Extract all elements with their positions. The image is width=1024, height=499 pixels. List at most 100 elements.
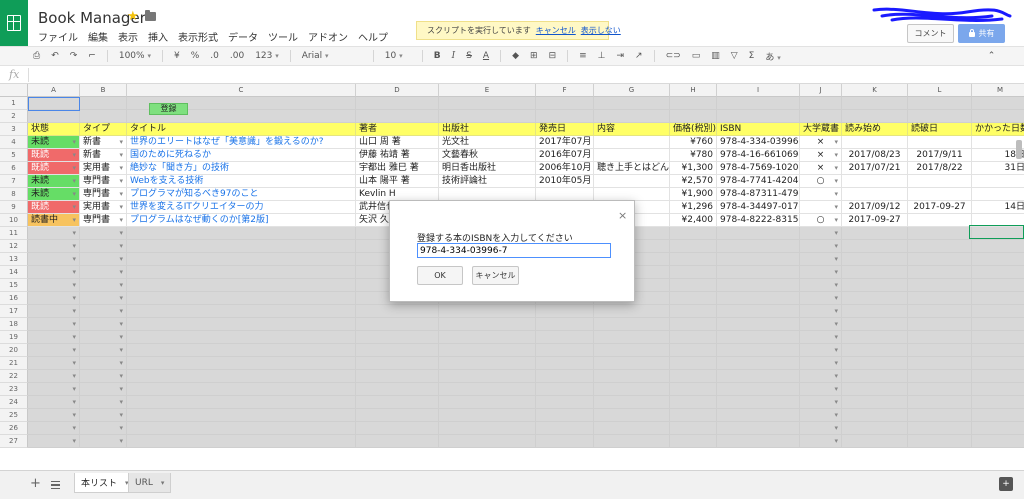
- table-cell[interactable]: 978-4-16-661069-3: [717, 149, 800, 162]
- empty-cell[interactable]: [842, 292, 908, 305]
- paint-format-icon[interactable]: ⌐: [88, 51, 96, 61]
- empty-cell[interactable]: [536, 344, 594, 357]
- empty-cell[interactable]: [717, 409, 800, 422]
- empty-cell[interactable]: [80, 279, 127, 292]
- empty-cell[interactable]: [127, 370, 356, 383]
- print-icon[interactable]: ⎙: [33, 51, 40, 61]
- menu-file[interactable]: ファイル: [38, 29, 78, 44]
- row-header[interactable]: 15: [0, 279, 28, 292]
- empty-cell[interactable]: [536, 409, 594, 422]
- table-cell[interactable]: 明日香出版社: [439, 162, 536, 175]
- empty-cell[interactable]: [670, 331, 717, 344]
- empty-cell[interactable]: [717, 383, 800, 396]
- decimal-increase-button[interactable]: .00: [230, 51, 244, 61]
- table-cell[interactable]: 読書中: [28, 214, 80, 227]
- table-cell[interactable]: 既読: [28, 201, 80, 214]
- table-cell[interactable]: [594, 175, 670, 188]
- empty-cell[interactable]: [80, 370, 127, 383]
- empty-cell[interactable]: [127, 292, 356, 305]
- menu-edit[interactable]: 編集: [88, 29, 108, 44]
- empty-cell[interactable]: [972, 357, 1024, 370]
- empty-cell[interactable]: [356, 357, 439, 370]
- empty-cell[interactable]: [670, 370, 717, 383]
- empty-cell[interactable]: [972, 383, 1024, 396]
- empty-cell[interactable]: [717, 331, 800, 344]
- bold-button[interactable]: B: [434, 51, 441, 61]
- empty-cell[interactable]: [80, 240, 127, 253]
- empty-cell[interactable]: [356, 344, 439, 357]
- column-header-i[interactable]: I: [717, 84, 800, 97]
- empty-cell[interactable]: [800, 331, 842, 344]
- row-header[interactable]: 4: [0, 136, 28, 149]
- column-title-cell[interactable]: かかった日数: [972, 123, 1024, 136]
- undo-icon[interactable]: ↶: [51, 51, 59, 61]
- empty-cell[interactable]: [972, 409, 1024, 422]
- empty-cell[interactable]: [127, 396, 356, 409]
- table-cell[interactable]: 2017年07月: [536, 136, 594, 149]
- insert-link-icon[interactable]: ⊂⊃: [666, 51, 681, 61]
- empty-cell[interactable]: [972, 396, 1024, 409]
- table-cell[interactable]: ¥780: [670, 149, 717, 162]
- empty-cell[interactable]: [908, 357, 972, 370]
- table-cell[interactable]: 31日: [972, 162, 1024, 175]
- table-cell[interactable]: 光文社: [439, 136, 536, 149]
- banner-cell[interactable]: [536, 110, 594, 123]
- empty-cell[interactable]: [28, 396, 80, 409]
- row-header[interactable]: 24: [0, 396, 28, 409]
- empty-cell[interactable]: [717, 318, 800, 331]
- banner-cell[interactable]: [80, 110, 127, 123]
- table-cell[interactable]: 山本 陽平 著: [356, 175, 439, 188]
- empty-cell[interactable]: [594, 344, 670, 357]
- column-header-m[interactable]: M: [972, 84, 1024, 97]
- empty-cell[interactable]: [28, 409, 80, 422]
- empty-cell[interactable]: [670, 396, 717, 409]
- empty-cell[interactable]: [80, 266, 127, 279]
- empty-cell[interactable]: [670, 318, 717, 331]
- menu-addons[interactable]: アドオン: [308, 29, 348, 44]
- empty-cell[interactable]: [717, 396, 800, 409]
- empty-cell[interactable]: [28, 305, 80, 318]
- row-header[interactable]: 19: [0, 331, 28, 344]
- table-cell[interactable]: 伊藤 祐靖 著: [356, 149, 439, 162]
- empty-cell[interactable]: [356, 318, 439, 331]
- table-cell[interactable]: [842, 188, 908, 201]
- redo-icon[interactable]: ↷: [70, 51, 78, 61]
- table-cell[interactable]: [908, 188, 972, 201]
- empty-cell[interactable]: [439, 357, 536, 370]
- empty-cell[interactable]: [842, 435, 908, 448]
- empty-cell[interactable]: [80, 422, 127, 435]
- banner-cell[interactable]: [972, 110, 1024, 123]
- empty-cell[interactable]: [28, 266, 80, 279]
- empty-cell[interactable]: [594, 383, 670, 396]
- empty-cell[interactable]: [536, 318, 594, 331]
- row-header[interactable]: 9: [0, 201, 28, 214]
- empty-cell[interactable]: [842, 240, 908, 253]
- all-sheets-icon[interactable]: [51, 481, 60, 489]
- row-header[interactable]: 10: [0, 214, 28, 227]
- table-cell[interactable]: [594, 149, 670, 162]
- table-cell[interactable]: ¥2,400: [670, 214, 717, 227]
- table-cell[interactable]: 実用書: [80, 162, 127, 175]
- banner-cell[interactable]: [842, 97, 908, 110]
- column-header-g[interactable]: G: [594, 84, 670, 97]
- row-header[interactable]: 8: [0, 188, 28, 201]
- empty-cell[interactable]: [670, 253, 717, 266]
- table-cell[interactable]: [908, 175, 972, 188]
- table-cell[interactable]: [908, 214, 972, 227]
- empty-cell[interactable]: [908, 331, 972, 344]
- table-cell[interactable]: 新書: [80, 149, 127, 162]
- empty-cell[interactable]: [28, 240, 80, 253]
- banner-cell[interactable]: [80, 97, 127, 110]
- table-cell[interactable]: 2016年07月: [536, 149, 594, 162]
- table-cell[interactable]: 専門書: [80, 214, 127, 227]
- row-header[interactable]: 26: [0, 422, 28, 435]
- add-sheet-icon[interactable]: +: [30, 476, 41, 491]
- empty-cell[interactable]: [842, 396, 908, 409]
- table-cell[interactable]: 世界を変えるITクリエイターの力: [127, 201, 356, 214]
- empty-cell[interactable]: [972, 331, 1024, 344]
- empty-cell[interactable]: [28, 383, 80, 396]
- row-header[interactable]: 18: [0, 318, 28, 331]
- table-cell[interactable]: 978-4-8222-8315-5: [717, 214, 800, 227]
- empty-cell[interactable]: [356, 370, 439, 383]
- percent-format-button[interactable]: %: [191, 51, 200, 61]
